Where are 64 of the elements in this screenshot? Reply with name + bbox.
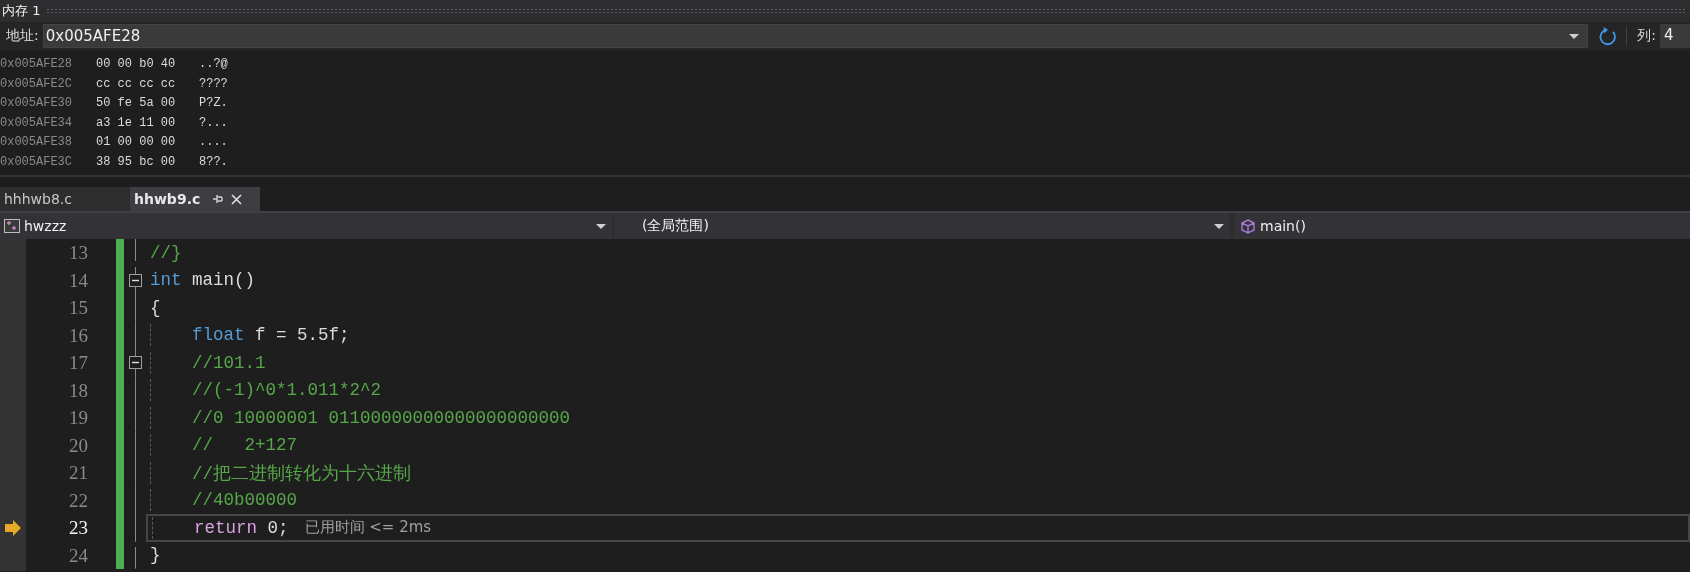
columns-label: 列: (1636, 27, 1657, 45)
code-token: //101.1 (192, 352, 266, 373)
code-token: 0; (266, 517, 289, 538)
memory-address: 0x005AFE3C (0, 153, 73, 171)
dropdown-caret-icon (596, 223, 606, 229)
memory-bytes: 50 fe 5a 00 (96, 95, 177, 112)
file-tab[interactable]: hhwb9.c (130, 187, 260, 211)
memory-bytes: a3 1e 11 00 (96, 114, 177, 132)
code-token: } (150, 545, 161, 566)
dropdown-caret-icon (1569, 33, 1580, 39)
elapsed-time-hint: 已用时间 <= 2ms (304, 518, 432, 538)
cube-icon (1240, 218, 1256, 234)
memory-address: 0x005AFE30 (0, 95, 73, 112)
line-number: 16 (68, 323, 88, 348)
refresh-icon (1598, 25, 1619, 47)
memory-bytes: 38 95 bc 00 (96, 153, 177, 171)
dropdown-caret-icon (1214, 223, 1224, 229)
memory-address: 0x005AFE2C (0, 75, 73, 93)
close-icon (231, 193, 243, 205)
code-token: //0 10000001 01100000000000000000000 (192, 407, 571, 428)
line-number: 17 (68, 351, 88, 375)
line-number: 23 (68, 516, 88, 540)
line-number: 21 (68, 461, 88, 485)
memory-chars: ???? (199, 75, 228, 93)
line-number: 18 (68, 378, 88, 403)
memory-address: 0x005AFE28 (0, 56, 73, 73)
memory-chars: 8??. (199, 153, 228, 171)
code-token: { (150, 297, 161, 318)
window-title: 内存 1 (1, 2, 42, 20)
code-token: //(-1)^0*1.011*2^2 (192, 380, 382, 401)
line-number: 22 (68, 488, 88, 513)
code-token: main() (191, 270, 256, 291)
address-field[interactable]: 0x005AFE28 (42, 24, 1589, 48)
collapse-icon[interactable] (128, 356, 142, 370)
memory-chars: ?... (199, 114, 228, 132)
line-number: 13 (68, 241, 88, 265)
memory-bytes: 01 00 00 00 (96, 134, 177, 151)
memory-address: 0x005AFE34 (0, 114, 73, 132)
columns-field[interactable]: 4 (1660, 24, 1690, 48)
code-token: float (192, 325, 245, 346)
memory-chars: P?Z. (199, 95, 228, 112)
line-number: 20 (68, 433, 88, 458)
code-token: //40b00000 (192, 490, 298, 511)
project-icon (4, 219, 20, 233)
navigation-dropdown[interactable]: hwzzz (0, 213, 612, 239)
code-token: return (194, 517, 257, 538)
line-number: 14 (68, 268, 88, 293)
code-token: int (150, 270, 182, 291)
code-token: f = 5.5f; (254, 325, 350, 346)
line-number: 24 (68, 543, 88, 568)
memory-chars: .... (199, 134, 228, 151)
line-number: 19 (68, 406, 88, 430)
line-number: 15 (68, 296, 88, 320)
code-token: //把二进制转化为十六进制 (192, 462, 411, 485)
pin-icon (212, 194, 224, 204)
memory-bytes: 00 00 b0 40 (96, 56, 177, 73)
address-label: 地址: (5, 27, 40, 45)
code-token: //} (150, 242, 182, 263)
file-tab[interactable]: hhhwb8.c (0, 187, 130, 211)
code-token: // 2+127 (192, 435, 298, 456)
memory-address: 0x005AFE38 (0, 134, 73, 151)
memory-chars: ..?@ (199, 56, 228, 73)
collapse-icon[interactable] (128, 273, 142, 287)
memory-bytes: cc cc cc cc (96, 75, 177, 93)
